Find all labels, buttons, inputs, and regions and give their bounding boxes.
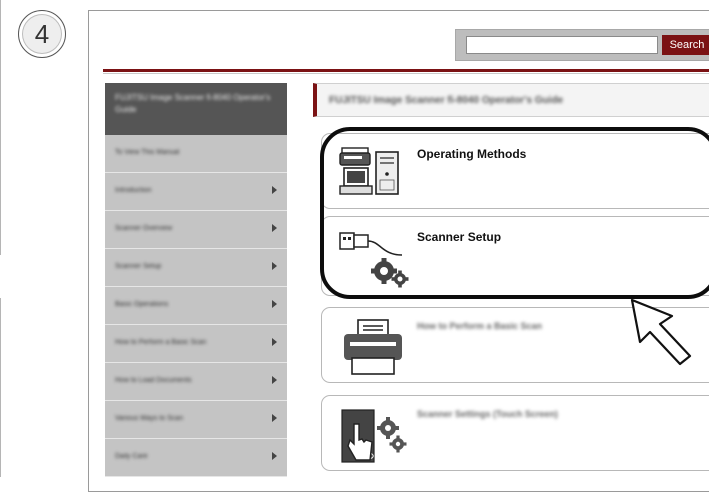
step-number: 4 — [34, 18, 50, 49]
sidebar-item-basic-operations[interactable]: Basic Operations — [105, 287, 287, 325]
chevron-right-icon — [272, 262, 277, 270]
card-scanner-setup[interactable]: Scanner Setup — [321, 216, 709, 296]
pointer-arrow-icon — [630, 298, 692, 366]
scanner-icon — [344, 319, 402, 375]
computer-scanner-icon — [339, 147, 399, 195]
page-title: FUJITSU Image Scanner fi-8040 Operator's… — [313, 83, 709, 117]
sidebar-item-view-manual[interactable]: To View This Manual — [105, 135, 287, 173]
chevron-right-icon — [272, 452, 277, 460]
card-operating-methods[interactable]: Operating Methods — [321, 133, 709, 209]
sidebar-item-label: To View This Manual — [115, 149, 180, 156]
card-title: Scanner Setup — [417, 230, 502, 244]
usb-gear-icon — [339, 232, 409, 288]
card-scanner-settings[interactable]: Scanner Settings (Touch Screen) — [321, 395, 709, 471]
step-number-badge: 4 — [18, 10, 66, 58]
chevron-right-icon — [272, 300, 277, 308]
page-divider — [0, 0, 1, 255]
sidebar-item-label: Scanner Overview — [115, 225, 173, 232]
sidebar-item-basic-scan[interactable]: How to Perform a Basic Scan — [105, 325, 287, 363]
search-input[interactable] — [466, 36, 658, 54]
chevron-right-icon — [272, 338, 277, 346]
sidebar-nav: FUJITSU Image Scanner fi-8040 Operator's… — [105, 83, 287, 477]
sidebar-item-label: Introduction — [115, 187, 152, 194]
search-button[interactable]: Search — [662, 35, 709, 55]
chevron-right-icon — [272, 376, 277, 384]
card-title: How to Perform a Basic Scan — [417, 321, 543, 331]
card-title: Operating Methods — [417, 147, 527, 161]
sidebar-title[interactable]: FUJITSU Image Scanner fi-8040 Operator's… — [105, 83, 287, 135]
touch-gear-icon — [341, 409, 407, 463]
sidebar-item-introduction[interactable]: Introduction — [105, 173, 287, 211]
sidebar-item-label: How to Load Documents — [115, 377, 192, 384]
sidebar-item-scanner-setup[interactable]: Scanner Setup — [105, 249, 287, 287]
sidebar-item-load-documents[interactable]: How to Load Documents — [105, 363, 287, 401]
chevron-right-icon — [272, 186, 277, 194]
sidebar-item-label: Scanner Setup — [115, 263, 162, 270]
browser-screenshot: Search FUJITSU Image Scanner fi-8040 Ope… — [88, 10, 709, 492]
sidebar-item-label: Daily Care — [115, 453, 148, 460]
page-divider — [0, 298, 1, 477]
header-divider — [103, 73, 709, 74]
page-title-text: FUJITSU Image Scanner fi-8040 Operator's… — [329, 95, 564, 106]
sidebar-title-text: FUJITSU Image Scanner fi-8040 Operator's… — [115, 93, 271, 114]
card-title: Scanner Settings (Touch Screen) — [417, 409, 558, 419]
header-divider — [103, 69, 709, 72]
sidebar-item-scanner-overview[interactable]: Scanner Overview — [105, 211, 287, 249]
sidebar-item-label: Basic Operations — [115, 301, 169, 308]
sidebar-item-label: How to Perform a Basic Scan — [115, 339, 207, 346]
sidebar-item-various-ways[interactable]: Various Ways to Scan — [105, 401, 287, 439]
search-bar: Search — [455, 29, 709, 61]
sidebar-item-label: Various Ways to Scan — [115, 415, 184, 422]
sidebar-item-daily-care[interactable]: Daily Care — [105, 439, 287, 477]
chevron-right-icon — [272, 224, 277, 232]
chevron-right-icon — [272, 414, 277, 422]
